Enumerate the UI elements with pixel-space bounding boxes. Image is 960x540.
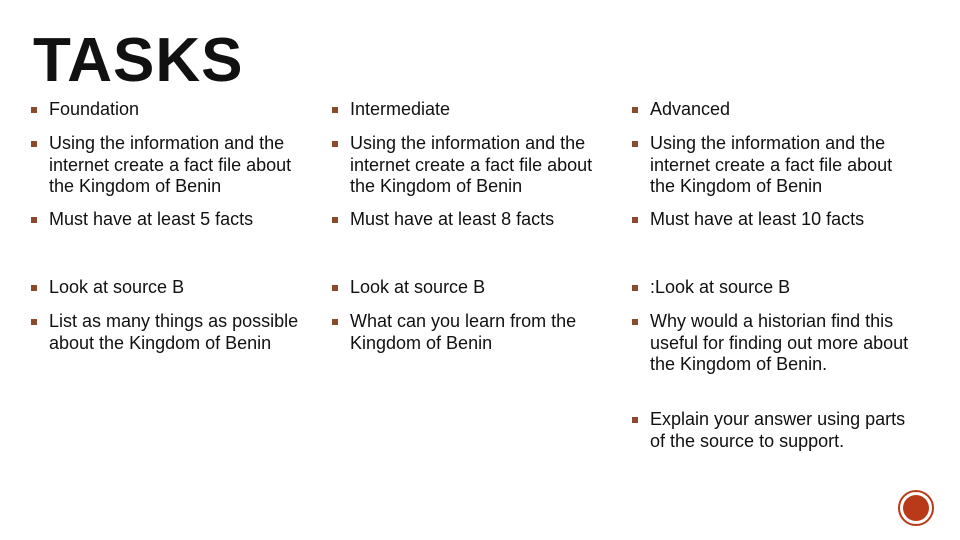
task-item: Look at source B [332, 277, 617, 299]
task-item: Look at source B [31, 277, 316, 299]
bullet-square-icon [632, 141, 638, 147]
bullet-text: :Look at source B [650, 277, 791, 297]
bullet-square-icon [332, 141, 338, 147]
bullet-square-icon [31, 217, 37, 223]
bullet-text: Why would a historian find this useful f… [650, 311, 909, 374]
task-item: Using the information and the internet c… [31, 133, 316, 198]
bullet-square-icon [332, 217, 338, 223]
bullet-text: What can you learn from the Kingdom of B… [350, 311, 577, 353]
task-item: What can you learn from the Kingdom of B… [332, 311, 617, 354]
bullet-text: Using the information and the internet c… [49, 133, 292, 196]
column-heading: Advanced [632, 99, 917, 121]
bullet-square-icon [31, 285, 37, 291]
bullet-text: Must have at least 8 facts [350, 209, 555, 229]
bullet-text: Using the information and the internet c… [350, 133, 593, 196]
bullet-square-icon [31, 107, 37, 113]
bullet-square-icon [332, 107, 338, 113]
bullet-square-icon [632, 319, 638, 325]
bullet-text: Look at source B [350, 277, 486, 297]
task-item: Using the information and the internet c… [332, 133, 617, 198]
slide-title: TASKS [33, 26, 244, 95]
column-heading: Intermediate [332, 99, 617, 121]
bullet-text: Foundation [49, 99, 140, 119]
task-item: Why would a historian find this useful f… [632, 311, 917, 376]
bullet-square-icon [632, 107, 638, 113]
bullet-text: Advanced [650, 99, 731, 119]
task-item: Using the information and the internet c… [632, 133, 917, 198]
circle-logo-inner [903, 495, 929, 521]
bullet-square-icon [31, 319, 37, 325]
bullet-text: Look at source B [49, 277, 185, 297]
bullet-square-icon [632, 285, 638, 291]
bullet-square-icon [632, 217, 638, 223]
task-item: Must have at least 5 facts [31, 209, 316, 231]
task-item: Explain your answer using parts of the s… [632, 409, 917, 452]
task-item: List as many things as possible about th… [31, 311, 316, 354]
bullet-square-icon [332, 285, 338, 291]
task-item: Must have at least 8 facts [332, 209, 617, 231]
bullet-square-icon [632, 417, 638, 423]
bullet-text: Explain your answer using parts of the s… [650, 409, 906, 451]
bullet-text: List as many things as possible about th… [49, 311, 299, 353]
task-item: Must have at least 10 facts [632, 209, 917, 231]
task-item: :Look at source B [632, 277, 917, 299]
bullet-square-icon [332, 319, 338, 325]
bullet-text: Intermediate [350, 99, 451, 119]
bullet-text: Must have at least 10 facts [650, 209, 865, 229]
circle-logo-icon [898, 490, 934, 526]
bullet-text: Must have at least 5 facts [49, 209, 254, 229]
column-heading: Foundation [31, 99, 316, 121]
bullet-text: Using the information and the internet c… [650, 133, 893, 196]
bullet-square-icon [31, 141, 37, 147]
